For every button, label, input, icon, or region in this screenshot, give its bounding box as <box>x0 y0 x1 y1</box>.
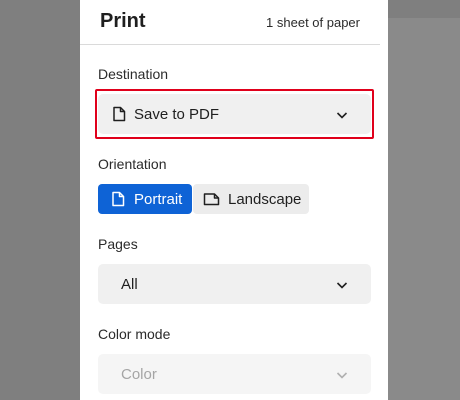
document-icon <box>112 191 125 207</box>
landscape-label: Landscape <box>228 191 302 208</box>
print-panel: Print 1 sheet of paper Destination Save … <box>80 0 388 400</box>
landscape-document-icon <box>203 193 220 206</box>
destination-highlight-box <box>95 89 374 139</box>
print-title: Print <box>100 10 146 32</box>
chevron-down-icon <box>336 372 348 379</box>
pages-select[interactable]: All <box>98 264 371 304</box>
orientation-portrait-button[interactable]: Portrait <box>98 184 192 214</box>
color-mode-select: Color <box>98 354 371 394</box>
portrait-label: Portrait <box>134 191 183 208</box>
orientation-label: Orientation <box>98 156 167 172</box>
print-header: Print 1 sheet of paper <box>80 0 380 45</box>
color-mode-value: Color <box>121 366 157 383</box>
orientation-landscape-button[interactable]: Landscape <box>193 184 309 214</box>
sheet-count: 1 sheet of paper <box>266 15 360 30</box>
destination-label: Destination <box>98 66 169 82</box>
chevron-down-icon <box>336 282 348 289</box>
pages-value: All <box>121 276 138 293</box>
color-mode-label: Color mode <box>98 326 171 342</box>
page-preview <box>388 18 460 400</box>
pages-label: Pages <box>98 236 138 252</box>
